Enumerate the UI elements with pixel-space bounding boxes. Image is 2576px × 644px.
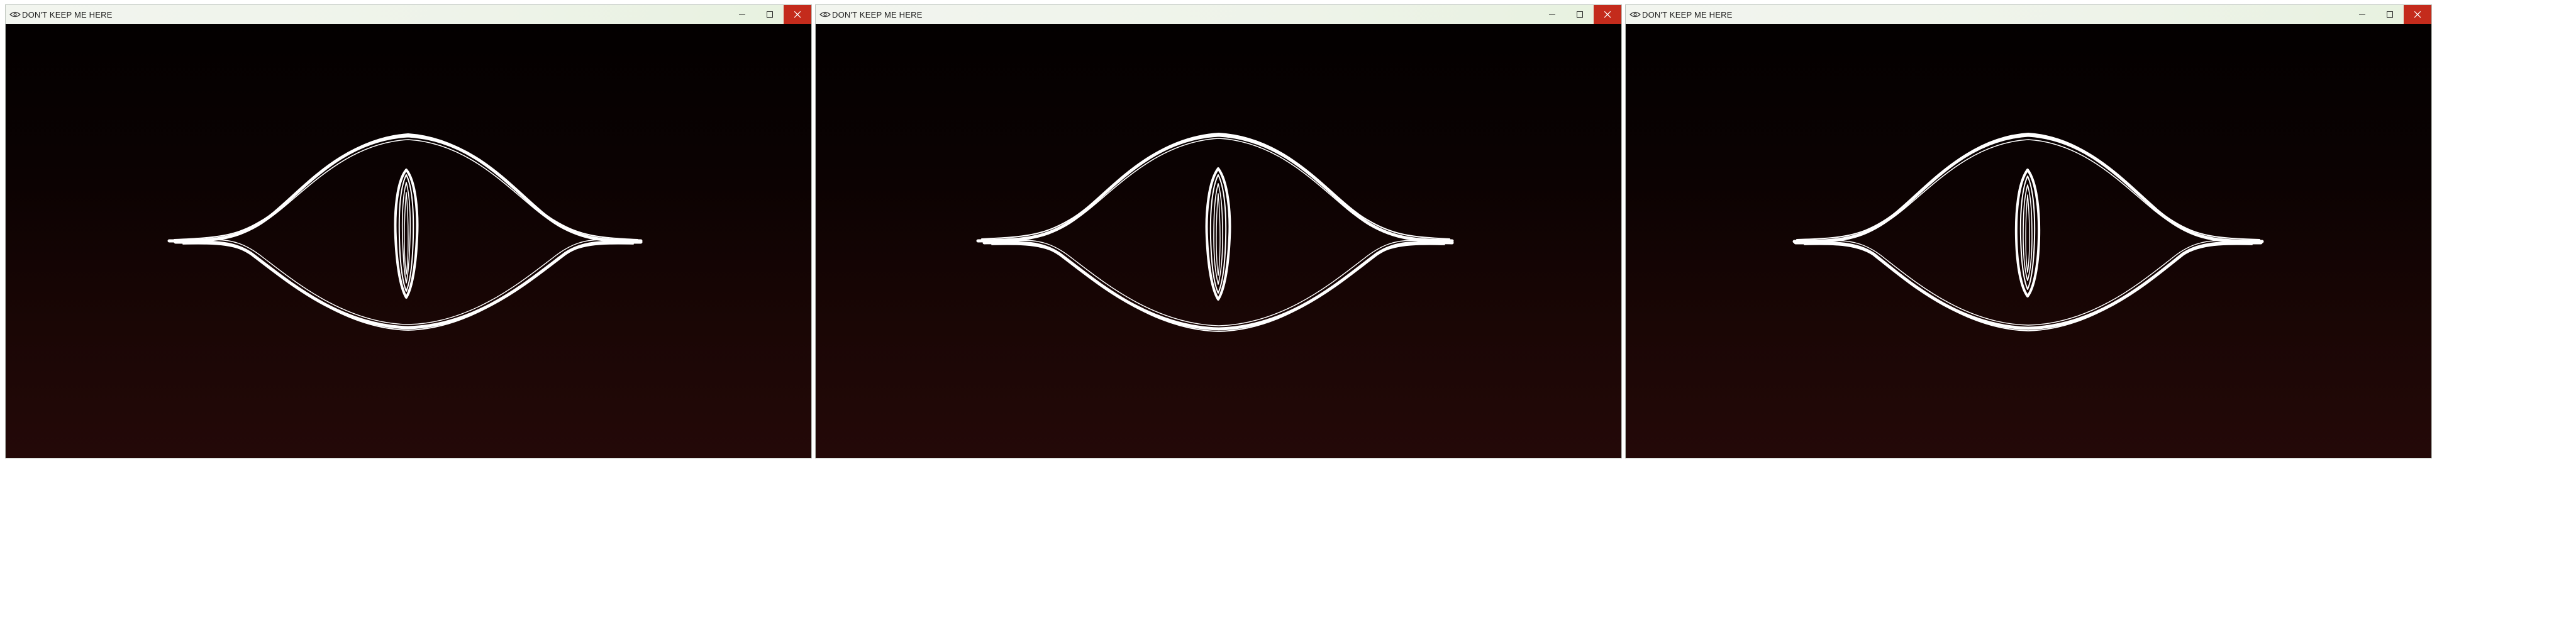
close-icon — [794, 11, 801, 18]
close-button[interactable] — [1594, 5, 1621, 24]
sketched-eye-icon — [167, 133, 643, 331]
minimize-button[interactable] — [728, 5, 756, 24]
maximize-icon — [2387, 11, 2393, 18]
maximize-icon — [1577, 11, 1583, 18]
title-bar[interactable]: DON'T KEEP ME HERE — [816, 5, 1621, 24]
minimize-button[interactable] — [2348, 5, 2376, 24]
window-content — [1626, 24, 2431, 458]
app-window-2[interactable]: DON'T KEEP ME HERE — [815, 4, 1622, 458]
close-icon — [2414, 11, 2421, 18]
window-controls — [2348, 5, 2431, 24]
minimize-icon — [2359, 14, 2365, 15]
minimize-button[interactable] — [1538, 5, 1566, 24]
window-content — [6, 24, 811, 458]
window-content — [816, 24, 1621, 458]
maximize-button[interactable] — [756, 5, 784, 24]
maximize-button[interactable] — [2376, 5, 2404, 24]
title-bar[interactable]: DON'T KEEP ME HERE — [6, 5, 811, 24]
app-window-1[interactable]: DON'T KEEP ME HERE — [5, 4, 812, 458]
window-title: DON'T KEEP ME HERE — [22, 9, 113, 19]
maximize-button[interactable] — [1566, 5, 1594, 24]
minimize-icon — [1549, 14, 1555, 15]
window-controls — [1538, 5, 1621, 24]
maximize-icon — [767, 11, 773, 18]
minimize-icon — [739, 14, 745, 15]
eye-icon — [1628, 5, 1642, 24]
eye-icon — [818, 5, 832, 24]
window-title: DON'T KEEP ME HERE — [1642, 9, 1733, 19]
close-button[interactable] — [2404, 5, 2431, 24]
close-icon — [1604, 11, 1611, 18]
close-button[interactable] — [784, 5, 811, 24]
sketched-eye-icon — [976, 133, 1454, 332]
sketched-eye-icon — [1792, 133, 2264, 331]
title-bar[interactable]: DON'T KEEP ME HERE — [1626, 5, 2431, 24]
app-window-3[interactable]: DON'T KEEP ME HERE — [1625, 4, 2432, 458]
window-title: DON'T KEEP ME HERE — [832, 9, 923, 19]
window-controls — [728, 5, 811, 24]
eye-icon — [8, 5, 22, 24]
